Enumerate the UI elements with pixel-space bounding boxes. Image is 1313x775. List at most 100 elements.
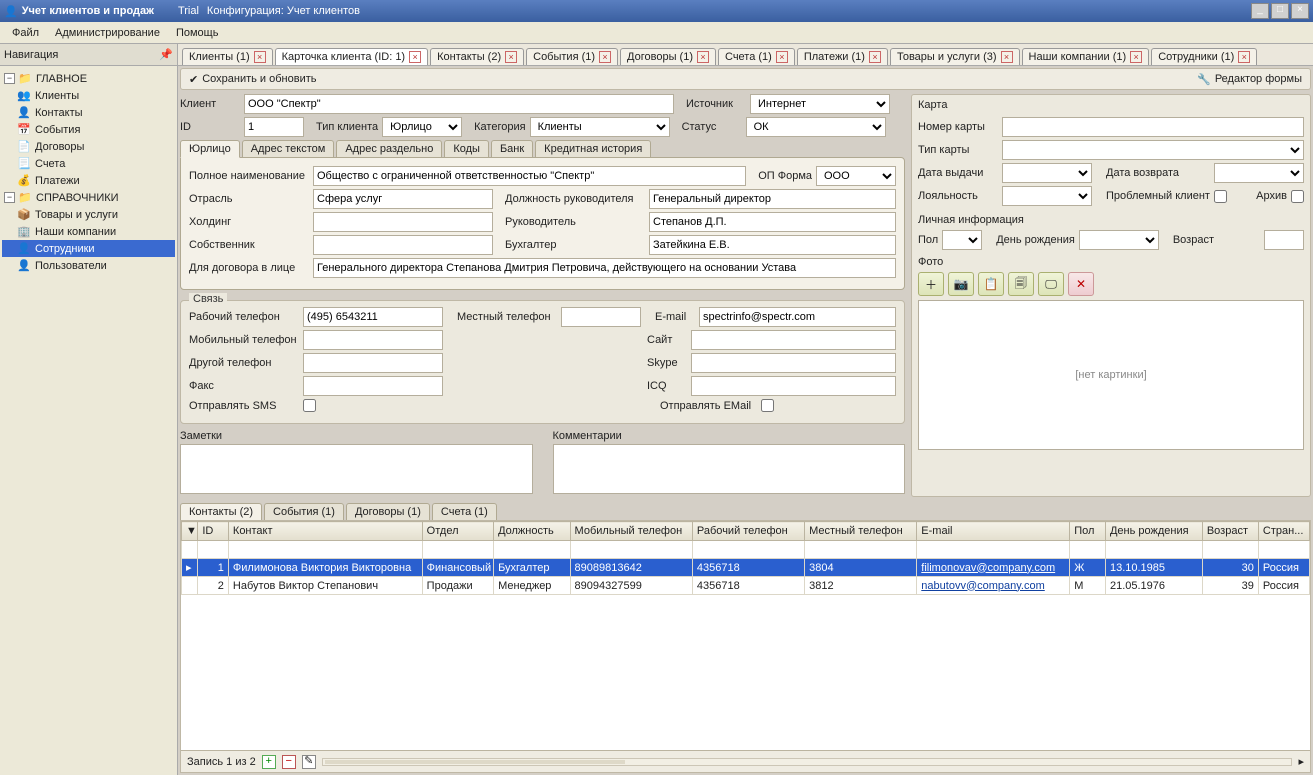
tab-contacts[interactable]: Контакты (2)× [430, 48, 524, 65]
bday-select[interactable] [1079, 230, 1159, 250]
maximize-button[interactable]: □ [1271, 3, 1289, 19]
tree-node-contacts[interactable]: 👤Контакты [2, 104, 175, 121]
ophone-field[interactable] [303, 353, 443, 373]
age-field[interactable] [1264, 230, 1304, 250]
sex-select[interactable] [942, 230, 982, 250]
grid-col-dept[interactable]: Отдел [422, 522, 493, 541]
notes-field[interactable] [180, 444, 533, 494]
semail-checkbox[interactable] [761, 399, 774, 412]
photo-webcam-button[interactable]: 📷 [948, 272, 974, 296]
grid-filter-col[interactable]: ▼ [182, 522, 198, 541]
grid-del-button[interactable]: − [282, 755, 296, 769]
ctype-select[interactable]: Юрлицо [382, 117, 462, 137]
btab-events[interactable]: События (1) [264, 503, 344, 521]
tree-node-main[interactable]: −📁ГЛАВНОЕ [2, 70, 175, 87]
id-field[interactable] [244, 117, 304, 137]
grid-col-pos[interactable]: Должность [494, 522, 570, 541]
close-icon[interactable]: × [409, 51, 421, 63]
subtab-codes[interactable]: Коды [444, 140, 489, 158]
grid-scroll-right[interactable]: ▸ [1298, 755, 1304, 768]
subtab-addr-split[interactable]: Адрес раздельно [336, 140, 442, 158]
return-select[interactable] [1214, 163, 1304, 183]
photo-view-button[interactable]: 🖵 [1038, 272, 1064, 296]
save-button[interactable]: ✔Сохранить и обновить [185, 72, 321, 87]
tree-node-invoices[interactable]: 📃Счета [2, 155, 175, 172]
photo-add-button[interactable]: ＋ [918, 272, 944, 296]
subtab-legal[interactable]: Юрлицо [180, 140, 240, 158]
close-icon[interactable]: × [599, 51, 611, 63]
grid-h-scrollbar[interactable] [322, 758, 1293, 766]
menu-admin[interactable]: Администрирование [47, 25, 168, 41]
tree-node-products[interactable]: 📦Товары и услуги [2, 206, 175, 223]
subtab-credit[interactable]: Кредитная история [535, 140, 651, 158]
tree-node-refs[interactable]: −📁СПРАВОЧНИКИ [2, 189, 175, 206]
wphone-field[interactable] [303, 307, 443, 327]
menu-help[interactable]: Помощь [168, 25, 227, 41]
status-select[interactable]: ОК [746, 117, 886, 137]
tree-node-employees[interactable]: 👤Сотрудники [2, 240, 175, 257]
fax-field[interactable] [303, 376, 443, 396]
pin-icon[interactable]: 📌 [159, 48, 173, 61]
close-icon[interactable]: × [1238, 51, 1250, 63]
tab-contracts[interactable]: Договоры (1)× [620, 48, 716, 65]
grid-row[interactable]: 2 Набутов Виктор СтепановичПродажи Менед… [182, 577, 1310, 595]
grid-row[interactable]: ▸ 1 Филимонова Виктория ВикторовнаФинанс… [182, 559, 1310, 577]
lphone-field[interactable] [561, 307, 641, 327]
subtab-addr-text[interactable]: Адрес текстом [242, 140, 335, 158]
skype-field[interactable] [691, 353, 896, 373]
close-icon[interactable]: × [254, 51, 266, 63]
photo-copy-button[interactable]: 🗐 [1008, 272, 1034, 296]
tree-node-contracts[interactable]: 📄Договоры [2, 138, 175, 155]
close-icon[interactable]: × [505, 51, 517, 63]
grid-col-id[interactable]: ID [198, 522, 229, 541]
tab-events[interactable]: События (1)× [526, 48, 618, 65]
tab-clients[interactable]: Клиенты (1)× [182, 48, 273, 65]
minimize-button[interactable]: _ [1251, 3, 1269, 19]
grid-add-button[interactable]: + [262, 755, 276, 769]
btab-invoices[interactable]: Счета (1) [432, 503, 497, 521]
holding-field[interactable] [313, 212, 493, 232]
photo-delete-button[interactable]: ✕ [1068, 272, 1094, 296]
grid-col-email[interactable]: E-mail [917, 522, 1070, 541]
source-select[interactable]: Интернет [750, 94, 890, 114]
opf-select[interactable]: ООО [816, 166, 896, 186]
tree-node-users[interactable]: 👤Пользователи [2, 257, 175, 274]
grid-col-mob[interactable]: Мобильный телефон [570, 522, 692, 541]
problem-checkbox[interactable] [1214, 190, 1227, 203]
grid-col-work[interactable]: Рабочий телефон [692, 522, 804, 541]
btab-contacts[interactable]: Контакты (2) [180, 503, 262, 521]
tab-companies[interactable]: Наши компании (1)× [1022, 48, 1150, 65]
photo-paste-button[interactable]: 📋 [978, 272, 1004, 296]
grid-col-sex[interactable]: Пол [1070, 522, 1106, 541]
close-icon[interactable]: × [776, 51, 788, 63]
grid-col-country[interactable]: Стран... [1258, 522, 1309, 541]
sms-checkbox[interactable] [303, 399, 316, 412]
tab-products[interactable]: Товары и услуги (3)× [890, 48, 1020, 65]
tab-payments[interactable]: Платежи (1)× [797, 48, 888, 65]
close-icon[interactable]: × [1130, 51, 1142, 63]
icq-field[interactable] [691, 376, 896, 396]
grid-col-bday[interactable]: День рождения [1105, 522, 1202, 541]
owner-field[interactable] [313, 235, 493, 255]
mphone-field[interactable] [303, 330, 443, 350]
close-icon[interactable]: × [869, 51, 881, 63]
menu-file[interactable]: Файл [4, 25, 47, 41]
cardnum-field[interactable] [1002, 117, 1304, 137]
tab-employees[interactable]: Сотрудники (1)× [1151, 48, 1257, 65]
close-icon[interactable]: × [1001, 51, 1013, 63]
grid-col-age[interactable]: Возраст [1202, 522, 1258, 541]
director-field[interactable] [649, 212, 896, 232]
accountant-field[interactable] [649, 235, 896, 255]
tree-node-payments[interactable]: 💰Платежи [2, 172, 175, 189]
email-field[interactable] [699, 307, 896, 327]
site-field[interactable] [691, 330, 896, 350]
inlaw-field[interactable] [313, 258, 896, 278]
subtab-bank[interactable]: Банк [491, 140, 533, 158]
dirpos-field[interactable] [649, 189, 896, 209]
fullname-field[interactable] [313, 166, 746, 186]
tree-node-companies[interactable]: 🏢Наши компании [2, 223, 175, 240]
grid-edit-button[interactable]: ✎ [302, 755, 316, 769]
cat-select[interactable]: Клиенты [530, 117, 670, 137]
tab-client-card[interactable]: Карточка клиента (ID: 1)× [275, 48, 429, 65]
industry-field[interactable] [313, 189, 493, 209]
